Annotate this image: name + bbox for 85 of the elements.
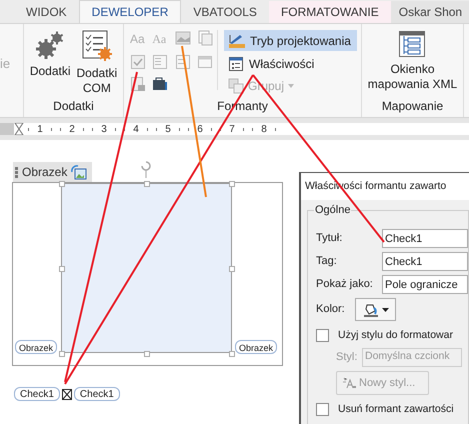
checkbox-control[interactable] [62, 388, 72, 400]
ruler-tick [28, 128, 29, 130]
toolbox-icon[interactable] [152, 76, 168, 92]
group-label: Dodatki [52, 98, 95, 115]
date-picker-icon[interactable] [196, 54, 213, 70]
ruler-number: 4 [133, 122, 139, 136]
checkbox-control-icon[interactable] [130, 54, 146, 70]
design-mode-button[interactable]: Tryb projektowania [224, 30, 357, 51]
properties-icon [228, 56, 244, 72]
gears-icon [35, 30, 66, 60]
text-field[interactable]: Check1 [382, 229, 468, 248]
ruler-tick [92, 128, 93, 130]
field-label: Tytuł: [316, 231, 344, 246]
ruler-tick [275, 128, 276, 130]
ruler-tick [60, 128, 61, 130]
ruler-tick [211, 128, 212, 130]
ribbon-tab[interactable]: DEWELOPER [78, 0, 182, 23]
checklist-gear-icon [80, 30, 113, 62]
text-field[interactable]: Pole ogranicze [382, 275, 468, 294]
ruler-number: 2 [69, 122, 75, 136]
ribbon-tab[interactable]: WIDOK [14, 1, 79, 23]
addins-button[interactable]: Dodatki [28, 30, 72, 79]
ruler-tick [252, 128, 253, 130]
user-name[interactable]: Oskar Shon [390, 1, 469, 23]
drag-handle-icon[interactable] [15, 166, 18, 178]
group-label: Mapowanie [380, 98, 444, 115]
group-icon [228, 78, 244, 94]
tree-table-icon [398, 30, 426, 58]
ruler-number: 3 [101, 122, 107, 136]
resize-handle[interactable] [59, 181, 65, 187]
checkbox[interactable] [316, 329, 329, 342]
picture-placeholder[interactable] [61, 183, 232, 353]
checkbox-label: Użyj stylu do formatowar [338, 328, 453, 343]
resize-handle[interactable] [229, 351, 235, 357]
field-label: Kolor: [316, 302, 346, 318]
ruler-tick [188, 128, 189, 130]
ruler-tick [115, 128, 116, 130]
ruler-margin [0, 123, 14, 135]
caret-icon [382, 308, 388, 312]
picture-control-icon[interactable] [174, 30, 190, 46]
ribbon-label: ie [0, 55, 10, 73]
ruler-number: 6 [197, 122, 203, 136]
resize-handle[interactable] [229, 181, 235, 187]
ruler-number: 8 [261, 122, 267, 136]
combo-box-icon[interactable] [152, 54, 168, 70]
resize-handle[interactable] [144, 181, 150, 187]
resize-handle[interactable] [59, 351, 65, 357]
ruler-number: 7 [229, 122, 235, 136]
content-control-tag: Check1 [74, 387, 120, 401]
checkbox[interactable] [316, 403, 329, 416]
dropdown-list-icon[interactable] [174, 54, 190, 70]
ribbon-tab[interactable]: VBATOOLS [181, 1, 269, 23]
resize-handle[interactable] [229, 266, 235, 272]
section-title: Ogólne [314, 202, 352, 218]
change-picture-icon[interactable] [71, 164, 88, 180]
field-label: Pokaż jako: [316, 277, 374, 292]
building-block-icon[interactable] [196, 30, 213, 46]
field-label: Styl: [336, 350, 358, 365]
ruler-tick [83, 128, 84, 130]
ruler-tick [51, 128, 52, 130]
text-field[interactable]: Check1 [382, 252, 468, 271]
new-style-icon [341, 376, 357, 389]
field-label: Tag: [316, 254, 338, 270]
xml-mapping-button[interactable]: Okienko mapowania XML [368, 30, 458, 92]
addins-button[interactable]: Dodatki COM [76, 30, 118, 96]
color-picker-button[interactable] [355, 298, 396, 321]
content-control-tag: Obrazek [15, 340, 58, 354]
ruler-number: 5 [165, 122, 171, 136]
caret-icon [288, 84, 294, 88]
content-control-tag: Obrazek [235, 340, 278, 354]
ruler-number: 1 [37, 122, 43, 136]
ruler-tick [179, 128, 180, 130]
ruler-tick [156, 128, 157, 130]
ribbon-tab[interactable]: FORMATOWANIE [268, 1, 391, 23]
resize-handle[interactable] [59, 266, 65, 272]
indent-marker-icon[interactable] [14, 123, 24, 135]
ruler-tick [243, 128, 244, 130]
resize-handle[interactable] [144, 351, 150, 357]
ruler-tick [147, 128, 148, 130]
content-control-tag: Check1 [14, 387, 60, 401]
rotate-handle-icon[interactable] [139, 159, 153, 179]
paint-bucket-icon [362, 302, 378, 318]
ruler-pencil-icon [228, 32, 246, 48]
properties-button[interactable]: Właściwości [224, 53, 314, 74]
checkbox-label: Usuń formant zawartości [338, 402, 454, 417]
